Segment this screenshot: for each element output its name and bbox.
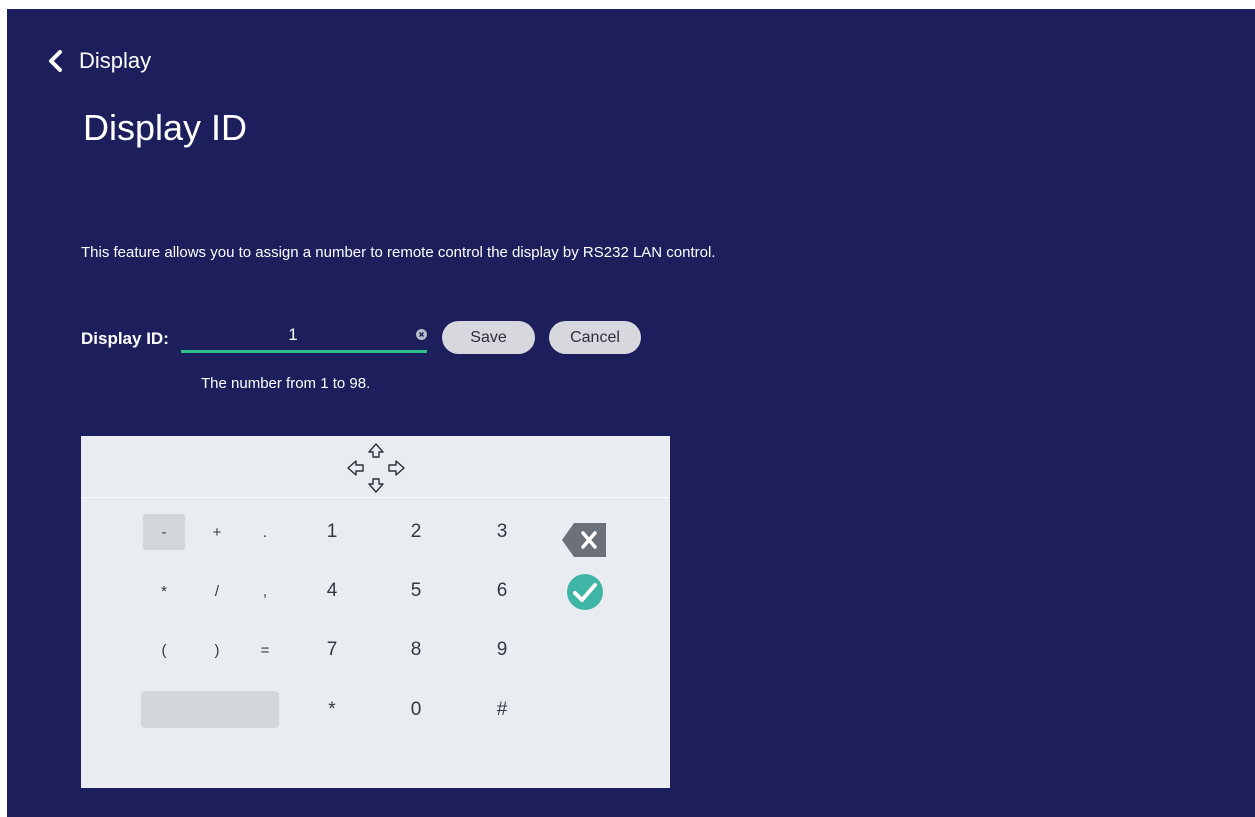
key-asterisk-symbol[interactable]: *	[143, 573, 185, 609]
key-4[interactable]: 4	[311, 573, 353, 609]
back-button[interactable]: Display	[47, 46, 151, 76]
feature-description: This feature allows you to assign a numb…	[81, 244, 716, 261]
key-hash[interactable]: #	[481, 692, 523, 728]
display-id-value: 1	[288, 325, 298, 344]
key-6[interactable]: 6	[481, 573, 523, 609]
input-hint: The number from 1 to 98.	[201, 375, 371, 392]
numeric-keypad: - + . 1 2 3 * / , 4 5 6 ( ) = 7 8 9 * 0 …	[81, 436, 670, 788]
confirm-check-icon[interactable]	[566, 573, 604, 616]
page-title: Display ID	[83, 107, 248, 148]
key-plus[interactable]: +	[196, 514, 238, 550]
key-period[interactable]: .	[244, 514, 286, 550]
key-minus[interactable]: -	[143, 514, 185, 550]
move-icon[interactable]	[343, 440, 409, 496]
key-5[interactable]: 5	[395, 573, 437, 609]
key-9[interactable]: 9	[481, 632, 523, 668]
key-comma[interactable]: ,	[244, 573, 286, 609]
key-3[interactable]: 3	[481, 514, 523, 550]
key-slash[interactable]: /	[196, 573, 238, 609]
key-8[interactable]: 8	[395, 632, 437, 668]
clear-icon[interactable]	[416, 329, 427, 340]
save-button[interactable]: Save	[442, 321, 535, 354]
backspace-icon[interactable]	[562, 523, 608, 562]
key-1[interactable]: 1	[311, 514, 353, 550]
cancel-button[interactable]: Cancel	[549, 321, 641, 354]
key-close-paren[interactable]: )	[196, 632, 238, 668]
key-star[interactable]: *	[311, 692, 353, 728]
chevron-left-icon	[49, 50, 62, 72]
key-0[interactable]: 0	[395, 692, 437, 728]
display-id-label: Display ID:	[81, 329, 169, 348]
back-label: Display	[79, 48, 152, 73]
key-2[interactable]: 2	[395, 514, 437, 550]
key-open-paren[interactable]: (	[143, 632, 185, 668]
key-equals[interactable]: =	[244, 632, 286, 668]
key-7[interactable]: 7	[311, 632, 353, 668]
space-key[interactable]	[141, 691, 279, 728]
settings-screen: Display Display ID This feature allows y…	[7, 9, 1255, 817]
keypad-divider	[81, 497, 670, 498]
display-id-field[interactable]: 1	[181, 323, 427, 353]
